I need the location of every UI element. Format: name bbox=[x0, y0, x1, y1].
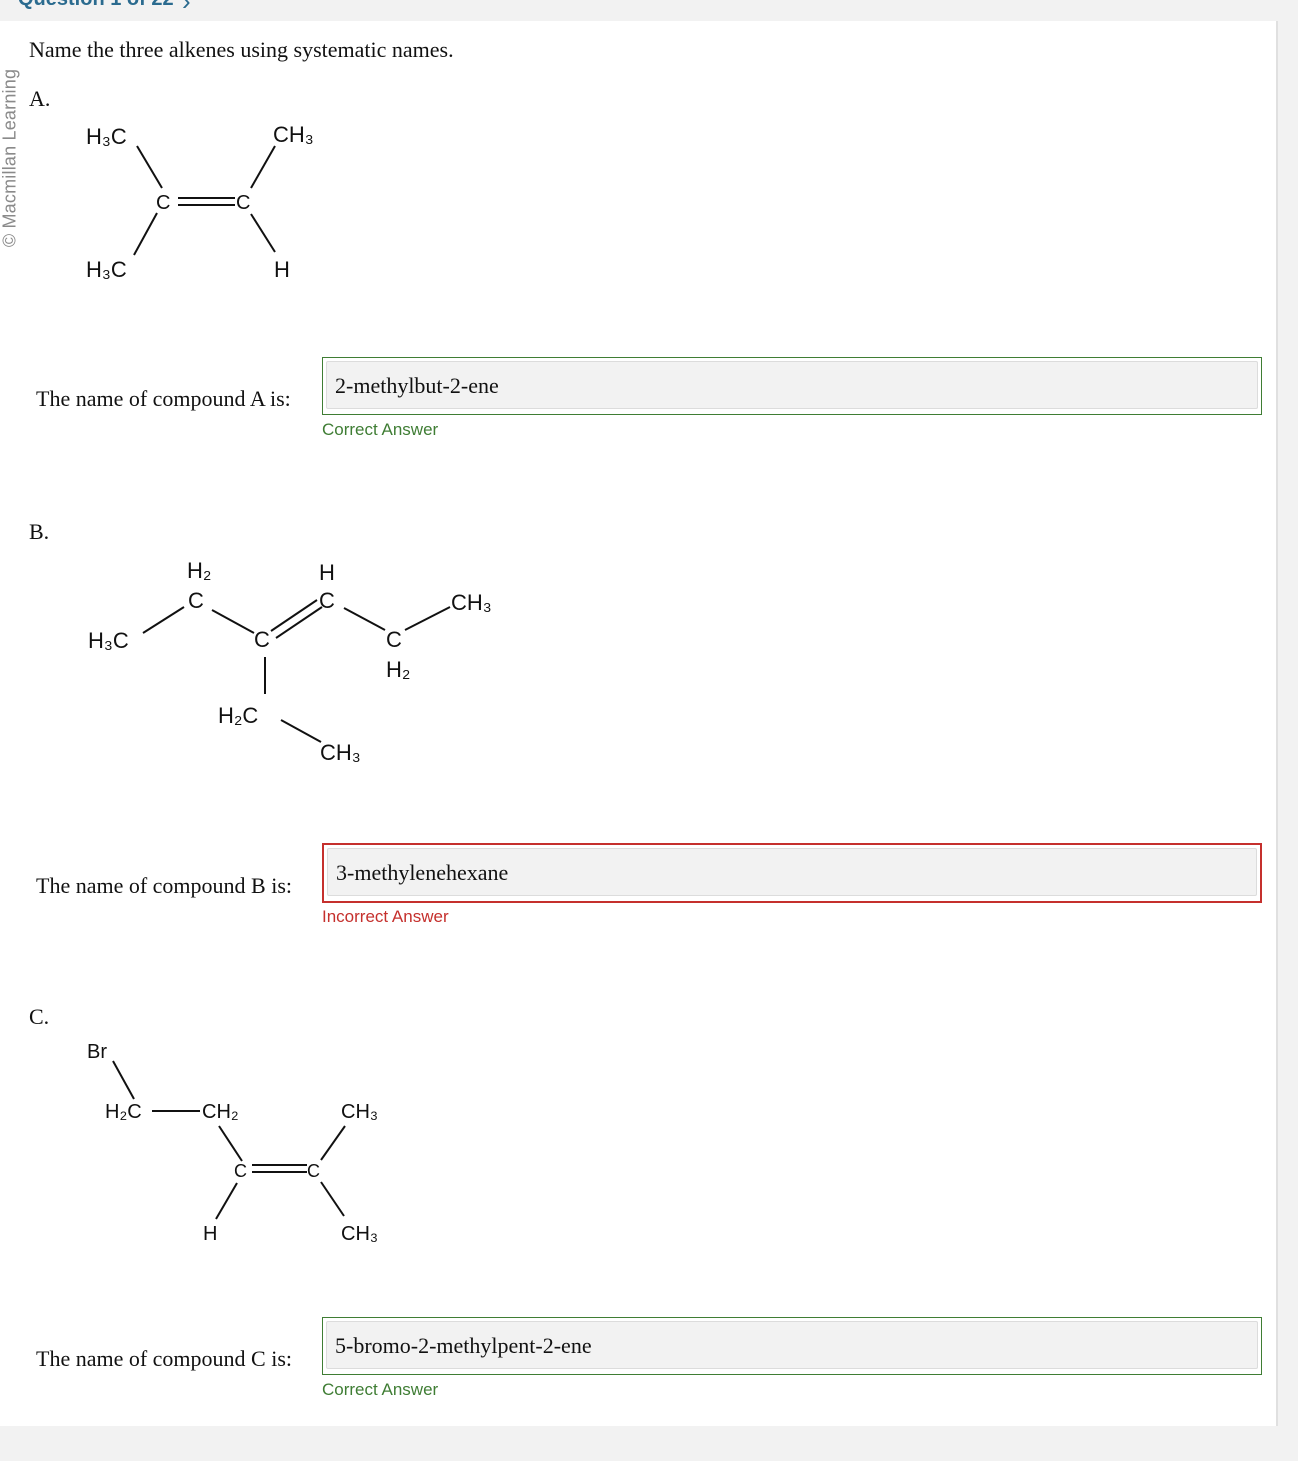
label-h2c: H₂C bbox=[105, 1101, 142, 1123]
label-alkene-c1: C bbox=[234, 1161, 247, 1181]
answer-c-label: The name of compound C is: bbox=[36, 1346, 293, 1371]
answer-c-input[interactable]: 5-bromo-2-methylpent-2-ene bbox=[326, 1321, 1258, 1369]
label-ch3-right: CH₃ bbox=[451, 590, 492, 615]
label-ch3-top: CH₃ bbox=[341, 1101, 378, 1123]
answer-c-status: Correct Answer bbox=[322, 1380, 439, 1399]
label-ch3-bottom: CH₃ bbox=[341, 1223, 378, 1245]
bond bbox=[218, 1125, 243, 1162]
answer-c-box: 5-bromo-2-methylpent-2-ene bbox=[322, 1317, 1262, 1375]
label-br: Br bbox=[87, 1041, 107, 1063]
label-alkene-c2: C bbox=[307, 1161, 320, 1181]
bond bbox=[215, 1182, 238, 1220]
answer-b-input[interactable]: 3-methylenehexane bbox=[327, 848, 1257, 896]
bond bbox=[320, 1181, 345, 1217]
label-ch2: CH₂ bbox=[202, 1101, 239, 1123]
answer-b-box: 3-methylenehexane bbox=[322, 843, 1262, 903]
structure-c: Br H₂C CH₂ CH₃ C C H CH₃ bbox=[87, 1041, 378, 1245]
label-h-bottom: H bbox=[203, 1223, 217, 1245]
panel-border bbox=[1276, 21, 1278, 1426]
bond bbox=[320, 1125, 346, 1161]
bond bbox=[112, 1060, 135, 1100]
